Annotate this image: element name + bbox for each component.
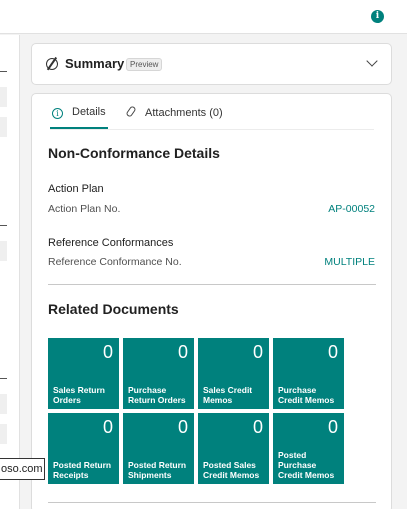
- summary-icon: [46, 58, 58, 70]
- divider: [48, 284, 376, 285]
- info-icon: i: [52, 108, 63, 119]
- tile-label: Sales Credit Memos: [203, 385, 253, 405]
- tile-label: Sales Return Orders: [53, 385, 105, 405]
- tab-separator: [50, 129, 374, 130]
- left-panel-field[interactable]: [0, 117, 7, 137]
- tile-count: 0: [177, 417, 188, 437]
- tile-posted-purchase-credit-memos[interactable]: 0 Posted Purchase Credit Memos: [273, 413, 344, 484]
- left-panel-divider: [0, 71, 7, 72]
- tab-label: Attachments (0): [145, 107, 223, 119]
- group-title-reference: Reference Conformances: [48, 237, 174, 249]
- left-panel-divider: [0, 225, 7, 226]
- field-label-action-plan-no: Action Plan No.: [48, 203, 121, 215]
- related-documents-title: Related Documents: [48, 301, 179, 317]
- tile-sales-return-orders[interactable]: 0 Sales Return Orders: [48, 338, 119, 409]
- left-panel-field[interactable]: [0, 394, 7, 414]
- tab-details[interactable]: i Details: [52, 106, 106, 119]
- left-panel-field[interactable]: [0, 424, 7, 444]
- tile-sales-credit-memos[interactable]: 0 Sales Credit Memos: [198, 338, 269, 409]
- chevron-down-icon[interactable]: [366, 55, 378, 67]
- section-title: Non-Conformance Details: [48, 145, 220, 161]
- tile-count: 0: [252, 342, 263, 362]
- field-value-action-plan-no[interactable]: AP-00052: [328, 203, 375, 215]
- summary-card[interactable]: Summary Preview: [31, 43, 392, 85]
- tab-attachments[interactable]: Attachments (0): [125, 105, 223, 119]
- tile-label: Posted Sales Credit Memos: [203, 460, 260, 480]
- info-icon[interactable]: i: [371, 10, 384, 23]
- tile-count: 0: [327, 417, 338, 437]
- tile-count: 0: [177, 342, 188, 362]
- details-card: i Details Attachments (0) Non-Conformance…: [31, 93, 392, 509]
- tile-posted-return-receipts[interactable]: 0 Posted Return Receipts: [48, 413, 119, 484]
- summary-title: Summary: [65, 56, 125, 71]
- tile-posted-return-shipments[interactable]: 0 Posted Return Shipments: [123, 413, 194, 484]
- field-label-reference-no: Reference Conformance No.: [48, 256, 182, 268]
- tab-label: Details: [72, 106, 106, 118]
- left-panel-divider: [0, 378, 7, 379]
- tile-count: 0: [252, 417, 263, 437]
- tile-label: Posted Return Receipts: [53, 460, 112, 480]
- preview-badge: Preview: [126, 58, 163, 71]
- tile-count: 0: [102, 417, 113, 437]
- paperclip-icon: [125, 105, 137, 118]
- tooltip: oso.com: [0, 458, 45, 480]
- tile-label: Posted Purchase Credit Memos: [278, 450, 335, 480]
- tile-purchase-return-orders[interactable]: 0 Purchase Return Orders: [123, 338, 194, 409]
- tile-label: Posted Return Shipments: [128, 460, 187, 480]
- divider: [48, 502, 376, 503]
- left-panel-field[interactable]: [0, 87, 7, 107]
- tile-label: Purchase Return Orders: [128, 385, 186, 405]
- top-bar: i: [0, 0, 407, 34]
- group-title-action-plan: Action Plan: [48, 183, 104, 195]
- tile-posted-sales-credit-memos[interactable]: 0 Posted Sales Credit Memos: [198, 413, 269, 484]
- tile-label: Purchase Credit Memos: [278, 385, 335, 405]
- tile-count: 0: [327, 342, 338, 362]
- left-panel-field[interactable]: [0, 241, 7, 261]
- tile-purchase-credit-memos[interactable]: 0 Purchase Credit Memos: [273, 338, 344, 409]
- tile-count: 0: [102, 342, 113, 362]
- field-value-reference-no[interactable]: MULTIPLE: [324, 256, 375, 268]
- left-panel: [0, 35, 20, 509]
